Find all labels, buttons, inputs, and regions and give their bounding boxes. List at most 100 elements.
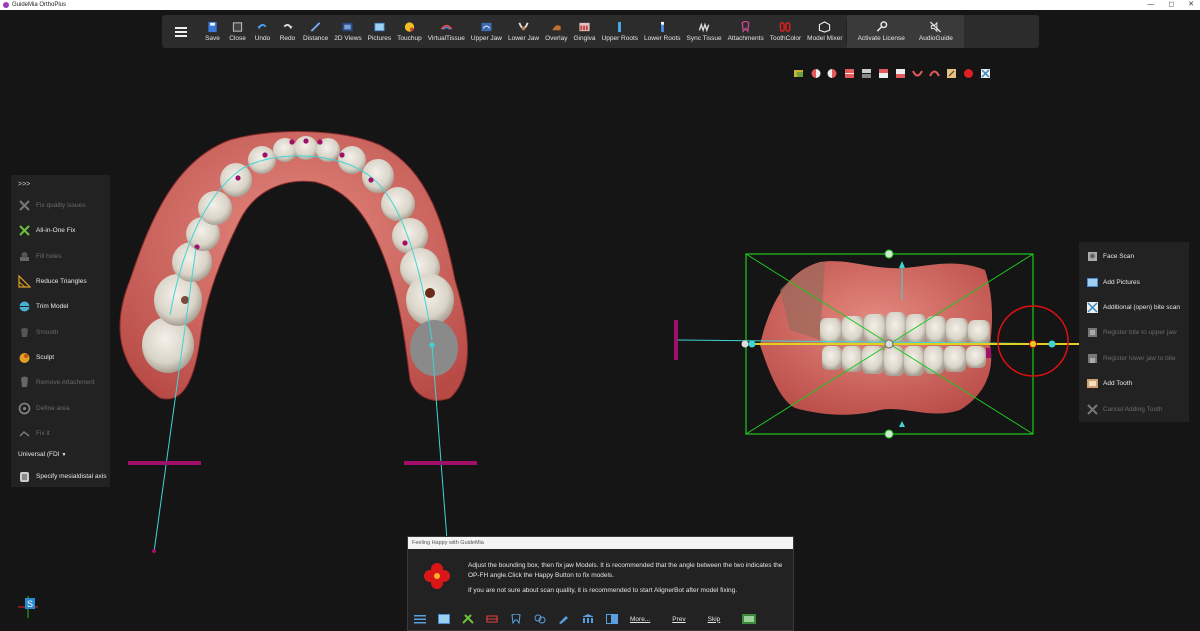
redo-icon <box>283 24 293 30</box>
view-back-icon[interactable] <box>861 68 872 79</box>
panel-collapse-toggle[interactable]: >>> <box>11 175 110 193</box>
brush-icon[interactable] <box>558 614 570 624</box>
toolbar-toothcolor-button[interactable]: ToothColor <box>767 15 804 48</box>
undo-icon <box>257 24 267 30</box>
up-arrow-icon[interactable] <box>899 261 905 268</box>
toolbar-button-label: Model Mixer <box>807 35 843 42</box>
aligner-bot-icon[interactable] <box>742 614 757 624</box>
axis-handle-left[interactable] <box>748 340 756 348</box>
add-pictures-button[interactable]: Add Pictures <box>1079 269 1189 294</box>
remove-attachment-button: Remove Attachment <box>11 370 110 395</box>
toolbar-close-button[interactable]: Close <box>225 15 250 48</box>
toolbar-pictures-button[interactable]: Pictures <box>365 15 394 48</box>
toolbar-save-button[interactable]: Save <box>200 15 225 48</box>
tooth-icon[interactable] <box>510 614 522 624</box>
view-rotate-icon[interactable] <box>946 68 957 79</box>
view-right-icon[interactable] <box>827 68 838 79</box>
toolbar-overlay-button[interactable]: Overlay <box>542 15 570 48</box>
toolbar-button-label: Attachments <box>727 35 764 42</box>
left-plane-marker[interactable] <box>128 461 201 465</box>
upper-roots-icon <box>618 21 622 33</box>
happy-guide-dialog: Feeling Happy with GuideMia Adjust the b… <box>407 536 794 631</box>
more-link[interactable]: More... <box>630 616 650 623</box>
toolbar-redo-button[interactable]: Redo <box>275 15 300 48</box>
left-panel-item-label: Sculpt <box>36 353 55 361</box>
toolbar-button-label: 2D Views <box>334 35 362 42</box>
register-icon[interactable] <box>534 614 546 624</box>
define-area-button: Define area <box>11 395 110 420</box>
add-tooth-button[interactable]: Add Tooth <box>1079 371 1189 396</box>
face-scan-button[interactable]: Face Scan <box>1079 244 1189 269</box>
skip-link[interactable]: Skip <box>708 616 721 623</box>
view-upper-arch-icon[interactable] <box>929 68 940 79</box>
sculpt-button[interactable]: Sculpt <box>11 345 110 370</box>
toolbar-activate-license-button[interactable]: Activate License <box>851 15 912 48</box>
bbox-handle-center[interactable] <box>884 339 894 349</box>
toolbar-upper-jaw-button[interactable]: Upper Jaw <box>468 15 505 48</box>
lower-jaw-model[interactable] <box>119 131 477 553</box>
prev-link[interactable]: Prev <box>672 616 685 623</box>
toolbar-attachments-button[interactable]: Attachments <box>725 15 767 48</box>
panel-icon[interactable] <box>606 614 618 624</box>
right-panel-item-label: Register bite to upper jaw <box>1103 329 1177 337</box>
view-sphere-icon[interactable] <box>963 68 974 79</box>
toolbar-gingiva-button[interactable]: Gingiva <box>570 15 598 48</box>
view-iso-icon[interactable] <box>793 68 804 79</box>
register-bite-to-upper-jaw-button: Register bite to upper jaw <box>1079 320 1189 345</box>
left-panel-item-label: Remove Attachment <box>36 379 95 387</box>
left-panel-item-label: Fix quality issues <box>36 202 86 210</box>
toolbar-lower-roots-button[interactable]: Lower Roots <box>641 15 684 48</box>
toolbar-model-mixer-button[interactable]: Model Mixer <box>804 15 845 48</box>
view-bottom-icon[interactable] <box>895 68 906 79</box>
toolbar-upper-roots-button[interactable]: Upper Roots <box>599 15 642 48</box>
menu-list-icon[interactable] <box>414 614 426 624</box>
svg-text:S: S <box>27 599 33 609</box>
trim-model-button[interactable]: Trim Model <box>11 294 110 319</box>
view-front-icon[interactable] <box>844 68 855 79</box>
bite-model-side-view[interactable] <box>674 249 1081 439</box>
specify-mesiodistal-axis-button[interactable]: Specify mesialdistal axis <box>11 464 110 489</box>
toolbar-2d-views-button[interactable]: 2D Views <box>331 15 364 48</box>
view-left-icon[interactable] <box>810 68 821 79</box>
toolbar-virtualtissue-button[interactable]: VirtualTissue <box>425 15 468 48</box>
reduce-triangles-button[interactable]: Reduce Triangles <box>11 269 110 294</box>
toolbar-distance-button[interactable]: Distance <box>300 15 331 48</box>
distance-icon <box>310 22 321 32</box>
bank-icon[interactable] <box>582 614 594 624</box>
toolbar-button-label: VirtualTissue <box>427 35 465 42</box>
register-lower-jaw-to-bite-button: Register lower jaw to bite <box>1079 346 1189 371</box>
axis-handle-right[interactable] <box>1048 340 1056 348</box>
bbox-handle-top[interactable] <box>884 249 894 259</box>
view-fit-icon[interactable] <box>980 68 991 79</box>
tools-icon[interactable] <box>462 614 474 624</box>
mesiodistal-axis-icon <box>20 472 29 483</box>
view-lower-arch-icon[interactable] <box>912 68 923 79</box>
hamburger-menu-icon[interactable] <box>162 15 200 48</box>
up-arrow-bottom-icon[interactable] <box>899 421 905 427</box>
left-axis-end[interactable] <box>152 549 156 553</box>
toolbar-button-label: Lower Jaw <box>508 35 540 42</box>
right-plane-marker[interactable] <box>404 461 477 465</box>
toolbar-button-label: Undo <box>254 35 271 42</box>
smooth-button: Smooth <box>11 319 110 344</box>
save-icon <box>208 21 217 33</box>
specify-mesiodistal-axis-label: Specify mesialdistal axis <box>36 473 107 481</box>
toolbar-undo-button[interactable]: Undo <box>250 15 275 48</box>
toolbar-sync-tissue-button[interactable]: Sync Tissue <box>684 15 725 48</box>
toolbar-button-label: Touchup <box>397 35 422 42</box>
face-scan-icon <box>1088 252 1097 262</box>
additional-open-bite-scan-button[interactable]: Additional (open) bite scan <box>1079 295 1189 320</box>
toolbar-lower-jaw-button[interactable]: Lower Jaw <box>505 15 542 48</box>
toolbar-audioguide-button[interactable]: AudioGuide <box>912 15 960 48</box>
bbox-handle-bottom[interactable] <box>884 429 894 439</box>
toolbar-touchup-button[interactable]: Touchup <box>394 15 425 48</box>
tooth-numbering-select[interactable]: Universal (FDI ▼ <box>11 446 110 464</box>
plane-handle[interactable] <box>674 320 678 360</box>
view-top-icon[interactable] <box>878 68 889 79</box>
trim-icon[interactable] <box>486 614 498 624</box>
all-in-one-fix-button[interactable]: All-in-One Fix <box>11 218 110 243</box>
fill-holes-icon <box>20 251 29 261</box>
image-icon[interactable] <box>438 614 450 624</box>
main-toolbar: Save Close Undo Redo Distance 2D Views Picture… <box>162 15 1039 48</box>
happy-button-flower-icon[interactable] <box>424 563 450 589</box>
